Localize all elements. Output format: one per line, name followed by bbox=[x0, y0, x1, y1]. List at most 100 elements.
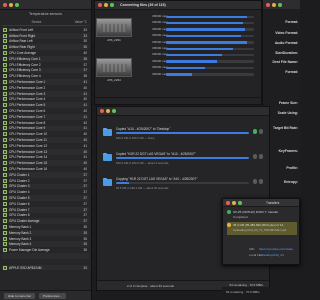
sensor-value: 38 bbox=[83, 56, 87, 61]
sensor-name: Memory Bank 2 bbox=[9, 230, 32, 235]
local-file-value[interactable]: ~/Desktop/A10_24 bbox=[259, 253, 284, 257]
device-column-header[interactable]: Device bbox=[2, 20, 71, 24]
transfer-row[interactable]: SX-25 (ORTHO) FNO2 Y: transfer Completed bbox=[227, 209, 297, 222]
sensor-name: APPLE SSD AP8224M bbox=[9, 265, 42, 270]
sensor-name: CPU Performance Core 2 bbox=[9, 85, 46, 90]
close-button[interactable] bbox=[3, 3, 7, 7]
sensor-name: Airflow Front Right bbox=[9, 33, 36, 38]
url-value[interactable]: https://youtube.com/video bbox=[259, 247, 293, 251]
info-field-label: Scale Using: bbox=[277, 111, 298, 115]
conversion-progress-fill bbox=[166, 66, 205, 70]
sensor-icon bbox=[3, 33, 7, 38]
sensor-value: 40 bbox=[83, 138, 87, 143]
sensor-name: GPU Cluster 1 bbox=[9, 172, 30, 177]
sensor-value: 40 bbox=[83, 97, 87, 102]
sensor-value: 30 bbox=[83, 39, 87, 44]
stop-icon[interactable] bbox=[258, 154, 263, 159]
zoom-button[interactable] bbox=[238, 200, 242, 205]
conversion-progress-fill bbox=[166, 34, 241, 38]
copy-titlebar bbox=[97, 107, 269, 116]
value-column-header[interactable]: Value °C bbox=[71, 20, 89, 24]
transfer-row[interactable]: 35.4 GB (35,480,990,063 bytes) of 14.. Up… bbox=[227, 222, 297, 235]
transfer-detail-panel: URL https://youtube.com/video Local File… bbox=[229, 235, 295, 263]
sensor-value: 40 bbox=[83, 149, 87, 154]
sensor-icon bbox=[3, 236, 7, 241]
conversion-progress-row: CB000.mov bbox=[152, 14, 256, 20]
sensor-row[interactable]: APPLE SSD AP8224M 33 bbox=[2, 264, 89, 271]
sensor-value: 33 bbox=[83, 27, 87, 32]
temperature-sensors-window: Temperature sensors Device Value °C Airf… bbox=[0, 0, 92, 300]
sensor-name: CPU Performance Core 15 bbox=[9, 161, 48, 166]
sensor-icon bbox=[3, 85, 7, 90]
conversion-progress-fill bbox=[166, 41, 247, 44]
minimize-button[interactable] bbox=[104, 3, 108, 7]
convert-footer bbox=[95, 97, 261, 104]
sensor-name: CPU Performance Core 7 bbox=[9, 114, 46, 119]
zoom-button[interactable] bbox=[15, 3, 19, 7]
stop-icon[interactable] bbox=[258, 179, 263, 184]
close-button[interactable] bbox=[100, 109, 104, 113]
minimize-button[interactable] bbox=[106, 109, 110, 113]
conversion-progress-fill bbox=[166, 47, 233, 50]
sensor-icon bbox=[3, 219, 7, 224]
sensor-name: GPU Cluster 5 bbox=[9, 196, 30, 200]
sensor-value: 37 bbox=[83, 184, 87, 189]
preferences-button[interactable]: Preferences… bbox=[39, 292, 67, 299]
reveal-in-finder-icon[interactable] bbox=[252, 154, 257, 159]
zoom-button[interactable] bbox=[110, 3, 114, 7]
info-field-label: Target Bit Rate: bbox=[273, 126, 298, 130]
info-field-label: Entropy: bbox=[284, 180, 298, 184]
conversion-progress-fill bbox=[166, 21, 244, 25]
reveal-in-finder-icon[interactable] bbox=[252, 179, 257, 184]
minimize-button[interactable] bbox=[9, 3, 13, 7]
transfer-status-icon bbox=[227, 210, 231, 214]
copy-progress-fill bbox=[116, 182, 130, 184]
sensor-name: GPU Cluster 7 bbox=[9, 207, 30, 212]
sensor-name: CPU Performance Core 3 bbox=[9, 91, 46, 96]
conversion-progress-fill bbox=[166, 15, 247, 18]
zoom-button[interactable] bbox=[112, 109, 116, 113]
video-preview[interactable]: A56_2291 bbox=[96, 18, 136, 42]
info-field-label: Format: bbox=[285, 20, 298, 24]
sensor-name: Memory Bank 3 bbox=[9, 236, 32, 241]
transfer-detail: Completed bbox=[233, 215, 248, 219]
sensor-icon bbox=[3, 74, 7, 79]
sensor-value: 41 bbox=[83, 126, 87, 131]
minimize-button[interactable] bbox=[232, 200, 236, 205]
sensor-name: CPU Efficiency Core 2 bbox=[9, 62, 41, 67]
sensor-value: 35 bbox=[83, 224, 87, 229]
sensor-value: 37 bbox=[83, 207, 87, 212]
sensor-icon bbox=[3, 114, 7, 119]
info-field-label: Size/Duration: bbox=[275, 51, 298, 55]
stop-icon[interactable] bbox=[258, 129, 263, 134]
conversion-progress-bar bbox=[166, 53, 254, 57]
close-button[interactable] bbox=[98, 3, 102, 7]
sensor-name: CPU Performance Core 10 bbox=[9, 132, 48, 137]
sensor-value: 37 bbox=[83, 196, 87, 200]
sensor-list[interactable]: Airflow Front Left 33 Airflow Front Right 3… bbox=[2, 27, 89, 289]
sensor-value: 40 bbox=[83, 161, 87, 166]
sensors-titlebar bbox=[0, 0, 91, 10]
sensor-name: CPU Performance Core 9 bbox=[9, 126, 46, 131]
hide-to-menu-bar-button[interactable]: Hide to menu bar bbox=[4, 292, 36, 299]
conversion-progress-bar bbox=[166, 66, 254, 70]
close-button[interactable] bbox=[266, 2, 270, 7]
sensor-icon bbox=[3, 103, 7, 108]
reveal-in-finder-icon[interactable] bbox=[252, 129, 257, 134]
video-preview[interactable]: A56_2294 bbox=[96, 58, 136, 82]
sensor-value: 42 bbox=[83, 120, 87, 125]
video-thumbnail bbox=[96, 58, 132, 77]
sensor-value: 33 bbox=[83, 33, 87, 38]
minimize-button[interactable] bbox=[272, 2, 276, 7]
conversion-progress-bar bbox=[166, 34, 254, 38]
sensor-name: GPU Cluster 6 bbox=[9, 201, 30, 206]
sensor-value: 35 bbox=[83, 242, 87, 247]
conversion-progress-bar bbox=[166, 21, 254, 25]
sensor-name: CPU Performance Core 16 bbox=[9, 167, 48, 172]
sensor-icon bbox=[3, 126, 7, 131]
sensor-icon bbox=[3, 27, 7, 32]
close-button[interactable] bbox=[226, 200, 230, 205]
conversion-progress-bar bbox=[166, 15, 254, 18]
zoom-button[interactable] bbox=[278, 2, 282, 7]
sensor-name: GPU Cluster Average bbox=[9, 219, 40, 224]
